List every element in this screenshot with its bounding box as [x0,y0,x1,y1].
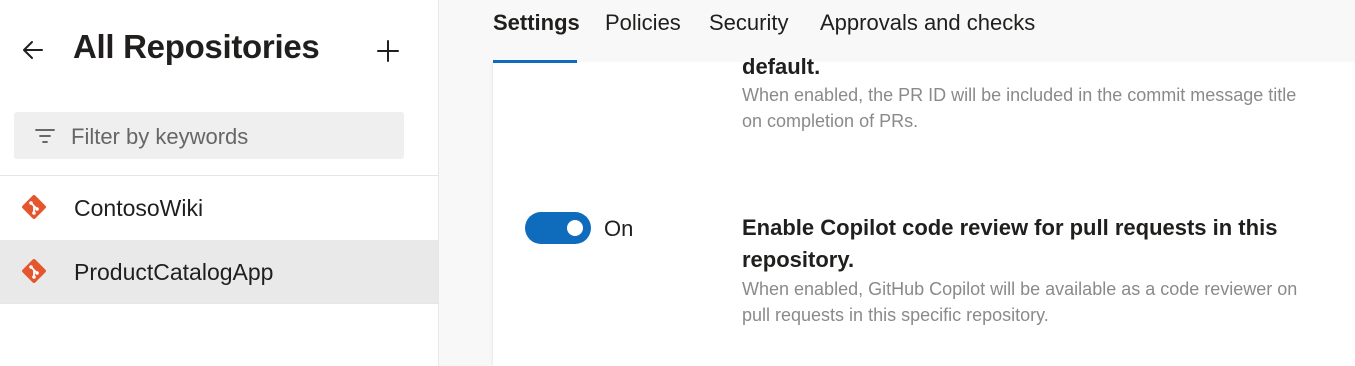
repo-label: ProductCatalogApp [74,259,274,285]
setting-title-line: repository. [742,247,855,272]
setting-title-line: Enable Copilot code review for pull requ… [742,215,1278,240]
repositories-panel: All Repositories Filter by keywords Cont… [0,0,439,366]
tab-approvals-and-checks[interactable]: Approvals and checks [820,10,1035,36]
setting-description-line: pull requests in this specific repositor… [742,305,1049,325]
git-repo-icon [22,195,46,219]
plus-icon[interactable] [375,38,401,64]
setting-description-line: on completion of PRs. [742,111,919,131]
active-tab-indicator [493,60,577,63]
repo-label: ContosoWiki [74,195,204,221]
toggle-state-label: On [604,216,634,241]
repo-item-contosowiki[interactable]: ContosoWiki [0,176,438,240]
page-title: All Repositories [73,28,320,65]
tab-bar: Settings Policies Security Approvals and… [439,0,1355,63]
setting-description-line: When enabled, GitHub Copilot will be ava… [742,279,1298,299]
filter-placeholder: Filter by keywords [71,124,249,149]
tab-security[interactable]: Security [709,10,788,36]
git-repo-icon [22,259,46,283]
repo-item-productcatalogapp[interactable]: ProductCatalogApp [0,240,438,304]
setting-description-line: When enabled, the PR ID will be included… [742,85,1297,105]
tab-policies[interactable]: Policies [605,10,681,36]
settings-panel: Settings Policies Security Approvals and… [439,0,1355,366]
filter-input[interactable]: Filter by keywords [14,112,404,159]
divider [0,303,438,304]
filter-icon [35,129,55,143]
setting-title-partial: default. [742,54,821,79]
arrow-left-icon[interactable] [20,37,46,63]
toggle-knob [567,220,583,236]
copilot-setting-title: Enable Copilot code review for pull requ… [742,212,1342,276]
tab-settings[interactable]: Settings [493,10,580,36]
copilot-review-toggle[interactable] [525,212,591,244]
